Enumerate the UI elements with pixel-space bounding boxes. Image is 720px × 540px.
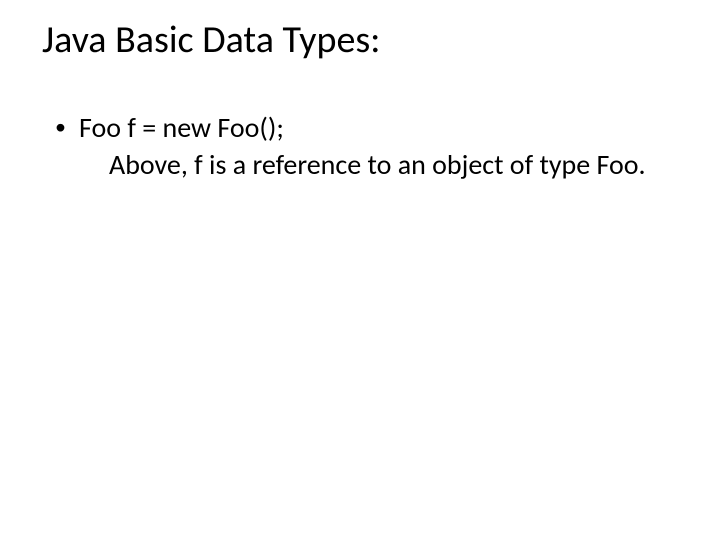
bullet-subtext: Above, f is a reference to an object of … <box>109 147 665 182</box>
bullet-marker-icon: • <box>55 110 79 144</box>
bullet-item: • Foo f = new Foo(); <box>55 110 665 145</box>
slide-body: • Foo f = new Foo(); Above, f is a refer… <box>55 110 665 182</box>
bullet-text: Foo f = new Foo(); <box>79 110 665 145</box>
slide: Java Basic Data Types: • Foo f = new Foo… <box>0 0 720 540</box>
slide-title: Java Basic Data Types: <box>42 18 380 64</box>
